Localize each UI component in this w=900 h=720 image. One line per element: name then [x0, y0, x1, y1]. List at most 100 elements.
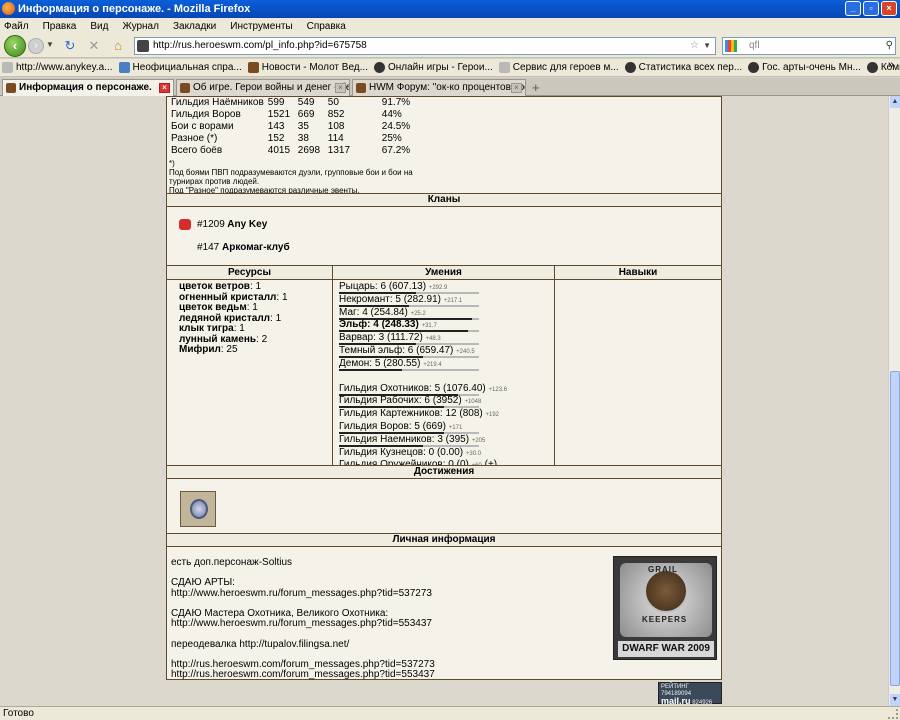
- mailru-counter[interactable]: РЕЙТИНГ 794189094 mail.ru 824926 69036: [658, 682, 722, 706]
- skill-progress-bar: [339, 368, 479, 371]
- tab-favicon: [6, 83, 16, 93]
- window-titlebar: Информация о персонаже. - Mozilla Firefo…: [0, 0, 900, 18]
- personal-info-text: есть доп.персонаж-Soltius СДАЮ АРТЫ: htt…: [171, 557, 435, 681]
- bookmark-item[interactable]: http://www.anykey.a...: [2, 62, 113, 73]
- badge-middle-text: KEEPERS: [642, 615, 688, 624]
- tab-close-icon[interactable]: ×: [511, 83, 522, 93]
- minimize-button[interactable]: _: [845, 1, 861, 16]
- vertical-scrollbar[interactable]: ▲ ▼: [888, 96, 900, 706]
- list-item: Мифрил: 25: [179, 344, 238, 355]
- skill-bonus: +292.9: [428, 285, 448, 291]
- tab-about-game[interactable]: Об игре. Герои войны и денег - бесп... ×: [176, 79, 350, 96]
- menu-tools[interactable]: Инструменты: [230, 21, 292, 32]
- bookmark-item[interactable]: Комплекты МО (от 1...: [866, 62, 900, 73]
- skill-bonus: +31.7: [421, 323, 437, 330]
- scroll-down-icon[interactable]: ▼: [890, 694, 900, 706]
- url-bar[interactable]: http://rus.heroeswm.com/pl_info.php?id=6…: [134, 37, 716, 55]
- page-icon: [2, 62, 13, 73]
- scrollbar-thumb[interactable]: [890, 371, 900, 686]
- page-icon: [624, 62, 636, 73]
- maximize-button[interactable]: ▫: [863, 1, 879, 16]
- tab-close-icon[interactable]: ×: [159, 83, 170, 93]
- clan-emblem-icon: [179, 219, 191, 230]
- menu-bookmarks[interactable]: Закладки: [173, 21, 216, 32]
- page-icon: [373, 62, 385, 73]
- search-icon[interactable]: ⚲: [886, 38, 893, 54]
- bookmark-item[interactable]: Сервис для героев м...: [498, 62, 619, 73]
- close-button[interactable]: ×: [881, 1, 897, 16]
- grail-keepers-badge-image: GRAIL KEEPERS DWARF WAR 2009: [613, 556, 717, 660]
- talents-header: Навыки: [555, 266, 721, 280]
- skill-bonus: +240.5: [456, 348, 475, 355]
- table-row: Всего боёв 4015 2698 1317 67.2%: [171, 145, 411, 156]
- badge-top-text: GRAIL: [648, 565, 678, 574]
- home-icon[interactable]: ⌂: [110, 38, 126, 54]
- bookmark-item[interactable]: Онлайн игры - Герои...: [373, 62, 493, 73]
- skill-text: Гильдия Охотников: 5 (1076.40): [339, 382, 486, 394]
- skill-progress-fill: [339, 368, 402, 371]
- bookmark-item[interactable]: Гос. арты-очень Мн...: [748, 62, 861, 73]
- player-info-panel: Гильдия Наёмников 599 549 50 91.7% Гильдия В…: [166, 96, 722, 680]
- clan-link[interactable]: #147 Аркомаг-клуб: [197, 242, 290, 253]
- table-row: Гильдия Воров 1521 669 852 44%: [171, 109, 402, 120]
- bookmarks-overflow-icon[interactable]: »: [888, 59, 894, 71]
- table-row: Бои с ворами 143 35 108 24.5%: [171, 121, 411, 132]
- menu-file[interactable]: Файл: [4, 21, 29, 32]
- scroll-up-icon[interactable]: ▲: [890, 96, 900, 108]
- skill-bonus: +48.3: [425, 336, 441, 343]
- tab-close-icon[interactable]: ×: [335, 83, 346, 93]
- tab-bar: Информация о персонаже. × Об игре. Герои…: [0, 78, 900, 97]
- page-viewport: Гильдия Наёмников 599 549 50 91.7% Гильдия В…: [0, 96, 888, 706]
- tab-favicon: [180, 83, 190, 93]
- history-dropdown-icon[interactable]: ▼: [46, 40, 54, 49]
- page-icon: [247, 62, 259, 73]
- url-dropdown-icon[interactable]: ▼: [703, 38, 711, 54]
- tab-forum[interactable]: HWM Форум: "ок-ко процентов урона... ×: [352, 79, 526, 96]
- skill-bonus: +217.1: [443, 297, 463, 304]
- reload-icon[interactable]: ↻: [62, 38, 78, 54]
- bookmark-star-icon[interactable]: ☆: [690, 38, 699, 54]
- skill-text: Демон: 5 (280.55): [339, 357, 421, 369]
- search-input[interactable]: qfl: [749, 40, 760, 51]
- personal-info-header: Личная информация: [167, 533, 721, 547]
- skill-bonus: +205: [471, 437, 486, 444]
- forward-button[interactable]: ›: [28, 38, 44, 54]
- menu-help[interactable]: Справка: [307, 21, 346, 32]
- menu-view[interactable]: Вид: [90, 21, 108, 32]
- bookmark-item[interactable]: Новости - Молот Вед...: [247, 62, 368, 73]
- resize-grip-icon[interactable]: [888, 709, 898, 719]
- stop-icon[interactable]: ✕: [86, 38, 102, 54]
- achievement-amulet-icon[interactable]: [180, 491, 216, 527]
- bookmark-item[interactable]: Неофициальная спра...: [118, 62, 242, 73]
- menu-edit[interactable]: Правка: [43, 21, 77, 32]
- page-icon: [866, 62, 878, 73]
- tab-player-info[interactable]: Информация о персонаже. ×: [2, 79, 174, 97]
- bookmarks-toolbar: http://www.anykey.a... Неофициальная спр…: [0, 59, 900, 77]
- badge-seal-icon: [644, 569, 688, 613]
- back-button[interactable]: ‹: [4, 35, 26, 57]
- badge-bottom-text: DWARF WAR 2009: [618, 641, 714, 657]
- skills-header: Умения: [333, 266, 554, 280]
- page-icon: [748, 62, 760, 73]
- google-icon[interactable]: [725, 40, 737, 52]
- stats-footnote: *) Под боями ПВП подразумеваются дуэли, …: [169, 159, 413, 195]
- skill-text: Рыцарь: 6 (607.13): [339, 281, 427, 292]
- talents-column: Навыки: [555, 266, 721, 466]
- new-tab-icon[interactable]: +: [532, 80, 540, 95]
- skills-column: Умения Рыцарь: 6 (607.13) +292.9 Некроман…: [333, 266, 555, 470]
- navigation-toolbar: ‹ › ▼ ↻ ✕ ⌂ http://rus.heroeswm.com/pl_i…: [0, 34, 900, 58]
- skill-text: Гильдия Картежников: 12 (808): [339, 408, 483, 420]
- achievements-header: Достижения: [167, 465, 721, 479]
- bookmark-item[interactable]: Статистика всех пер...: [624, 62, 742, 73]
- battle-stats-table: Гильдия Наёмников 599 549 50 91.7% Гильдия В…: [171, 97, 414, 157]
- page-icon: [118, 62, 130, 73]
- table-row: Разное (*) 152 38 114 25%: [171, 133, 402, 144]
- clan-link[interactable]: #1209 Any Key: [197, 219, 267, 230]
- menu-history[interactable]: Журнал: [122, 21, 159, 32]
- search-bar[interactable]: qfl ⚲: [722, 37, 896, 55]
- site-icon: [137, 40, 149, 52]
- table-row: Гильдия Наёмников 599 549 50 91.7%: [171, 97, 411, 108]
- skill-bonus: +1048: [464, 399, 482, 406]
- resources-column: Ресурсы цветок ветров: 1 огненный криста…: [167, 266, 333, 466]
- skill-text: Эльф: 4 (248.33): [339, 319, 419, 331]
